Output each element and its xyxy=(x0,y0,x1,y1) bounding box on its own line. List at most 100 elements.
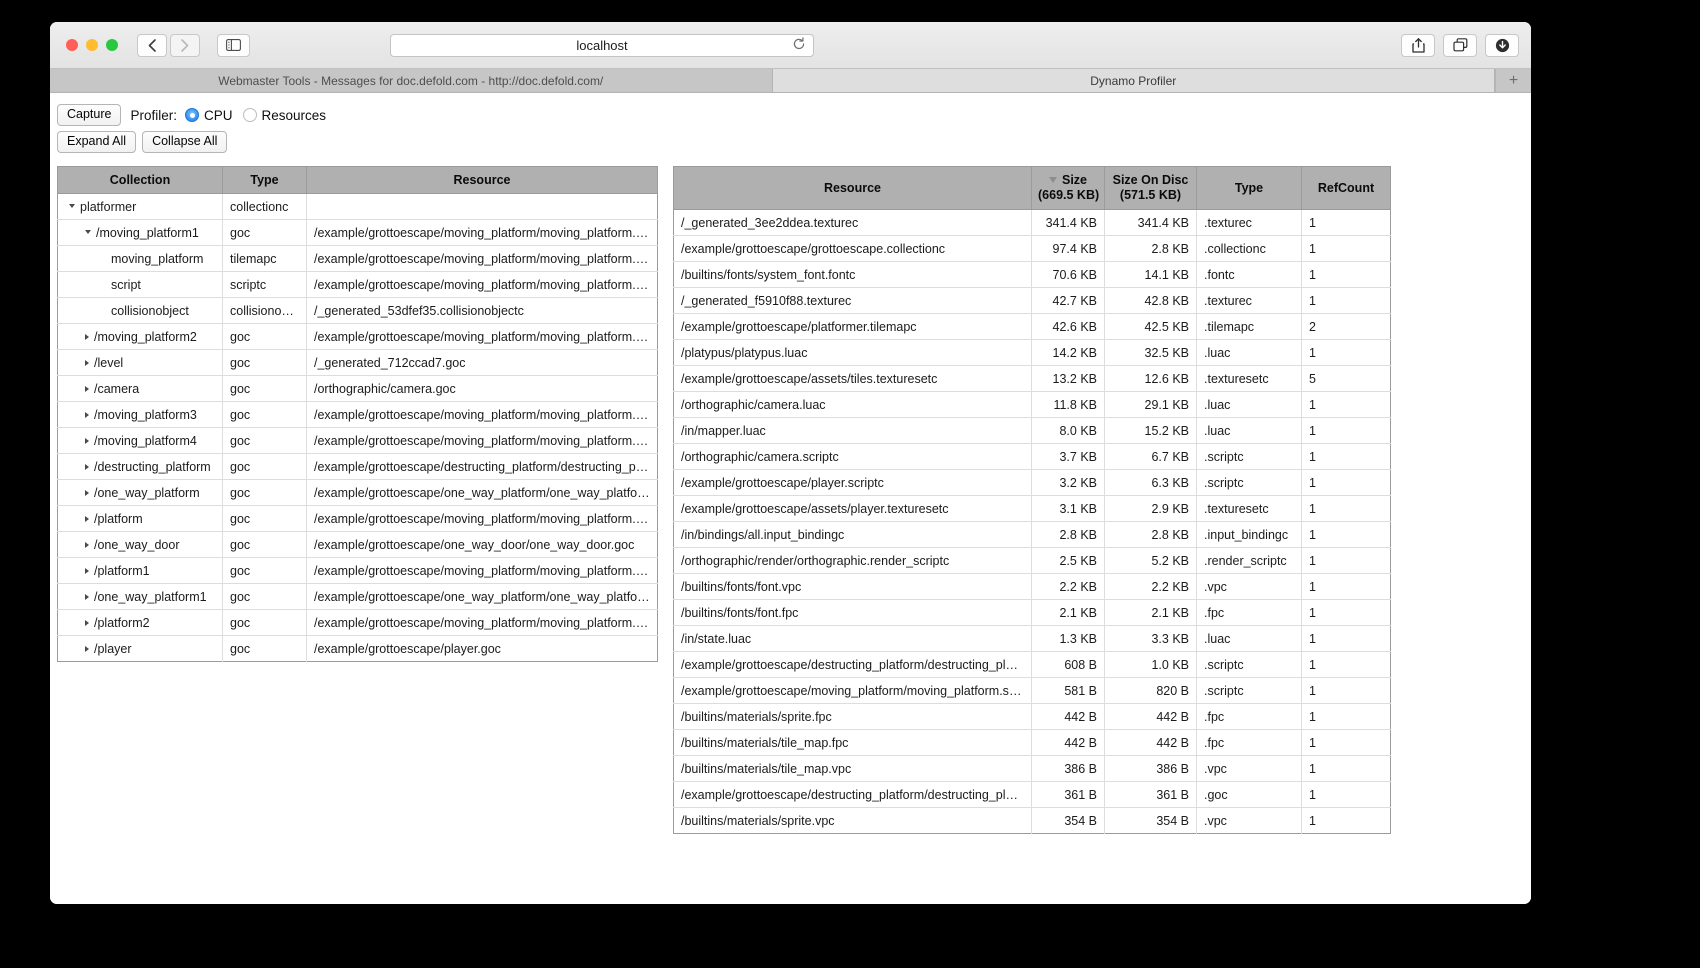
table-row[interactable]: /destructing_platform goc/example/grottoe… xyxy=(57,453,658,480)
table-row[interactable]: /moving_platform1 goc/example/grottoescap… xyxy=(57,219,658,246)
table-row[interactable]: /level goc/_generated_712ccad7.goc xyxy=(57,349,658,376)
column-header-type[interactable]: Type xyxy=(222,166,307,194)
twisty-collapsed-icon[interactable] xyxy=(85,515,89,522)
table-row[interactable]: /builtins/materials/sprite.vpc 354 B 354 B… xyxy=(673,807,1391,834)
profiler-cpu-radio[interactable]: CPU xyxy=(185,108,233,123)
column-header-refcount[interactable]: RefCount xyxy=(1301,166,1391,210)
table-row[interactable]: /example/grottoescape/destructing_platfo… xyxy=(673,781,1391,808)
twisty-collapsed-icon[interactable] xyxy=(85,619,89,626)
column-header-collection[interactable]: Collection xyxy=(57,166,223,194)
maximize-window-button[interactable] xyxy=(106,39,118,51)
back-button[interactable] xyxy=(137,33,167,57)
cell-size: 11.8 KB xyxy=(1031,391,1105,418)
table-row[interactable]: moving_platform tilemapc/example/grottoes… xyxy=(57,245,658,272)
table-row[interactable]: /in/mapper.luac 8.0 KB 15.2 KB .luac 1 xyxy=(673,417,1391,444)
twisty-collapsed-icon[interactable] xyxy=(85,411,89,418)
tab-dynamo-profiler[interactable]: Dynamo Profiler xyxy=(772,69,1495,92)
table-row[interactable]: /example/grottoescape/platformer.tilemap… xyxy=(673,313,1391,340)
table-row[interactable]: /platform1 goc/example/grottoescape/movin… xyxy=(57,557,658,584)
cell-refcount: 1 xyxy=(1301,391,1391,418)
column-header-resource[interactable]: Resource xyxy=(306,166,658,194)
table-row[interactable]: /example/grottoescape/assets/player.text… xyxy=(673,495,1391,522)
new-tab-button[interactable]: + xyxy=(1495,69,1531,92)
table-row[interactable]: /orthographic/camera.luac 11.8 KB 29.1 KB.… xyxy=(673,391,1391,418)
share-button[interactable] xyxy=(1401,33,1435,57)
table-row[interactable]: /in/state.luac 1.3 KB 3.3 KB .luac 1 xyxy=(673,625,1391,652)
cell-size-on-disc: 15.2 KB xyxy=(1104,417,1197,444)
table-row[interactable]: /in/bindings/all.input_bindingc 2.8 KB 2.8… xyxy=(673,521,1391,548)
table-row[interactable]: /builtins/materials/tile_map.vpc 386 B 386… xyxy=(673,755,1391,782)
cell-type: goc xyxy=(222,583,307,610)
radio-resources-indicator[interactable] xyxy=(242,108,257,122)
cell-resource: /example/grottoescape/platformer.tilemap… xyxy=(673,313,1032,340)
twisty-collapsed-icon[interactable] xyxy=(85,385,89,392)
table-row[interactable]: /_generated_f5910f88.texturec 42.7 KB 42.8… xyxy=(673,287,1391,314)
radio-cpu-indicator[interactable] xyxy=(185,108,199,122)
table-row[interactable]: /moving_platform3 goc/example/grottoescap… xyxy=(57,401,658,428)
table-row[interactable]: /camera goc/orthographic/camera.goc xyxy=(57,375,658,402)
twisty-expanded-icon[interactable] xyxy=(69,204,75,208)
cell-size-on-disc: 341.4 KB xyxy=(1104,209,1197,236)
table-row[interactable]: /moving_platform2 goc/example/grottoescap… xyxy=(57,323,658,350)
table-row[interactable]: /one_way_platform1 goc/example/grottoesca… xyxy=(57,583,658,610)
cell-size-on-disc: 2.9 KB xyxy=(1104,495,1197,522)
cell-size-on-disc: 386 B xyxy=(1104,755,1197,782)
cell-refcount: 5 xyxy=(1301,365,1391,392)
table-row[interactable]: /moving_platform4 goc/example/grottoescap… xyxy=(57,427,658,454)
table-row[interactable]: collisionobject collisionobjectc/_generat… xyxy=(57,297,658,324)
sidebar-toggle-button[interactable] xyxy=(217,33,250,57)
column-header-resource[interactable]: Resource xyxy=(673,166,1032,210)
table-row[interactable]: script scriptc/example/grottoescape/movin… xyxy=(57,271,658,298)
column-header-type[interactable]: Type xyxy=(1196,166,1302,210)
table-row[interactable]: /player goc/example/grottoescape/player.g… xyxy=(57,635,658,662)
table-row[interactable]: /platform2 goc/example/grottoescape/movin… xyxy=(57,609,658,636)
table-row[interactable]: /example/grottoescape/grottoescape.colle… xyxy=(673,235,1391,262)
cell-size: 2.2 KB xyxy=(1031,573,1105,600)
table-row[interactable]: /example/grottoescape/assets/tiles.textu… xyxy=(673,365,1391,392)
expand-all-button[interactable]: Expand All xyxy=(57,131,137,153)
cell-size: 42.7 KB xyxy=(1031,287,1105,314)
twisty-collapsed-icon[interactable] xyxy=(85,645,89,652)
show-tabs-button[interactable] xyxy=(1443,33,1477,57)
twisty-collapsed-icon[interactable] xyxy=(85,463,89,470)
table-row[interactable]: /builtins/fonts/font.fpc 2.1 KB 2.1 KB .fpc… xyxy=(673,599,1391,626)
column-header-size-on-disc[interactable]: Size On Disc (571.5 KB) xyxy=(1104,166,1197,210)
twisty-collapsed-icon[interactable] xyxy=(85,333,89,340)
table-row[interactable]: /example/grottoescape/destructing_platfo… xyxy=(673,651,1391,678)
table-row[interactable]: /one_way_door goc/example/grottoescape/on… xyxy=(57,531,658,558)
table-row[interactable]: /builtins/fonts/font.vpc 2.2 KB 2.2 KB .vpc… xyxy=(673,573,1391,600)
table-row[interactable]: /_generated_3ee2ddea.texturec 341.4 KB 341… xyxy=(673,209,1391,236)
collection-label: /level xyxy=(94,355,124,370)
table-row[interactable]: /builtins/fonts/system_font.fontc 70.6 KB… xyxy=(673,261,1391,288)
table-row[interactable]: /builtins/materials/tile_map.fpc 442 B 442… xyxy=(673,729,1391,756)
table-row[interactable]: /orthographic/camera.scriptc 3.7 KB 6.7 KB… xyxy=(673,443,1391,470)
twisty-collapsed-icon[interactable] xyxy=(85,437,89,444)
collection-label: /one_way_door xyxy=(94,537,180,552)
reload-icon[interactable] xyxy=(792,36,806,56)
twisty-collapsed-icon[interactable] xyxy=(85,541,89,548)
close-window-button[interactable] xyxy=(66,39,78,51)
twisty-collapsed-icon[interactable] xyxy=(85,567,89,574)
table-row[interactable]: /one_way_platform goc/example/grottoescap… xyxy=(57,479,658,506)
table-row[interactable]: /example/grottoescape/player.scriptc 3.2 … xyxy=(673,469,1391,496)
collection-tree-pane: Collection Type Resource platformer colle… xyxy=(57,166,658,662)
table-row[interactable]: /platypus/platypus.luac 14.2 KB 32.5 KB .lu… xyxy=(673,339,1391,366)
column-header-size[interactable]: Size (669.5 KB) xyxy=(1031,166,1105,210)
twisty-expanded-icon[interactable] xyxy=(85,230,91,234)
tab-webmaster-tools[interactable]: Webmaster Tools - Messages for doc.defol… xyxy=(50,69,773,92)
table-row[interactable]: /orthographic/render/orthographic.render… xyxy=(673,547,1391,574)
forward-button[interactable] xyxy=(170,33,200,57)
capture-button[interactable]: Capture xyxy=(57,104,122,126)
twisty-collapsed-icon[interactable] xyxy=(85,593,89,600)
downloads-button[interactable] xyxy=(1485,33,1519,57)
table-row[interactable]: platformer collectionc xyxy=(57,193,658,220)
twisty-collapsed-icon[interactable] xyxy=(85,489,89,496)
table-row[interactable]: /platform goc/example/grottoescape/moving… xyxy=(57,505,658,532)
minimize-window-button[interactable] xyxy=(86,39,98,51)
table-row[interactable]: /builtins/materials/sprite.fpc 442 B 442 B… xyxy=(673,703,1391,730)
table-row[interactable]: /example/grottoescape/moving_platform/mo… xyxy=(673,677,1391,704)
address-bar[interactable]: localhost xyxy=(390,33,814,57)
twisty-collapsed-icon[interactable] xyxy=(85,359,89,366)
collapse-all-button[interactable]: Collapse All xyxy=(142,131,228,153)
profiler-resources-radio[interactable]: Resources xyxy=(242,108,326,123)
